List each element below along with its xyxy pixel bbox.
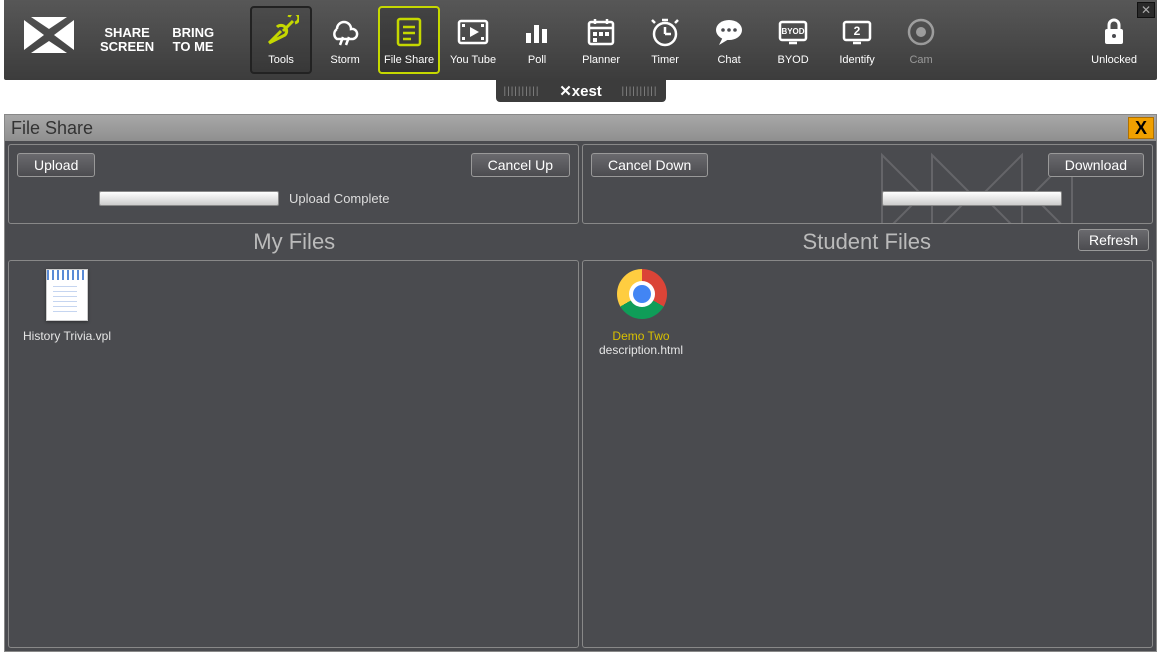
- svg-text:2: 2: [854, 24, 861, 38]
- poll-icon: [518, 14, 556, 50]
- my-files-panel: History Trivia.vpl: [8, 260, 579, 648]
- bring-to-me-button[interactable]: BRING TO ME: [166, 26, 220, 55]
- toolbar-item-label: Poll: [528, 54, 546, 66]
- toolbar-item-label: Planner: [582, 54, 620, 66]
- storm-icon: [326, 14, 364, 50]
- toolbar-timer-button[interactable]: Timer: [634, 6, 696, 74]
- file-share-titlebar: File Share X: [5, 115, 1156, 141]
- share-screen-button[interactable]: SHARE SCREEN: [94, 26, 160, 55]
- app-logo: [4, 2, 94, 78]
- upload-panel: Upload Cancel Up Upload Complete: [8, 144, 579, 224]
- cancel-down-button[interactable]: Cancel Down: [591, 153, 708, 177]
- toolbar-item-label: Identify: [839, 54, 874, 66]
- toolbar-byod-button[interactable]: BYOD BYOD: [762, 6, 824, 74]
- file-item[interactable]: Demo Two description.html: [591, 269, 691, 357]
- byod-icon: BYOD: [774, 14, 812, 50]
- student-name: Demo Two: [591, 329, 691, 343]
- toolbar-tools-button[interactable]: Tools: [250, 6, 312, 74]
- toolbar-item-label: BYOD: [777, 54, 808, 66]
- toolbar-item-label: Tools: [268, 54, 294, 66]
- toolbar-cam-button[interactable]: Cam: [890, 6, 952, 74]
- toolbar-item-label: Chat: [717, 54, 740, 66]
- chat-icon: [710, 14, 748, 50]
- toolbar-file-share-button[interactable]: File Share: [378, 6, 440, 74]
- lock-button[interactable]: Unlocked: [1091, 15, 1137, 66]
- brand-handle[interactable]: ✕xest: [496, 80, 666, 102]
- upload-status-label: Upload Complete: [289, 191, 389, 206]
- file-share-window: File Share X Upload Cancel Up Upload Com…: [4, 114, 1157, 652]
- toolbar-planner-button[interactable]: Planner: [570, 6, 632, 74]
- my-files-header: My Files: [8, 229, 581, 255]
- student-files-header: Student Files: [581, 229, 1154, 255]
- upload-progress: [99, 191, 279, 206]
- youtube-icon: [454, 14, 492, 50]
- file-share-close-button[interactable]: X: [1128, 117, 1154, 139]
- upload-button[interactable]: Upload: [17, 153, 95, 177]
- document-icon: [43, 269, 91, 325]
- toolbar-close-button[interactable]: ✕: [1137, 2, 1155, 18]
- file-name: description.html: [591, 343, 691, 357]
- planner-icon: [582, 14, 620, 50]
- file-share-title: File Share: [11, 118, 93, 139]
- file-name: History Trivia.vpl: [17, 329, 117, 343]
- toolbar-storm-button[interactable]: Storm: [314, 6, 376, 74]
- refresh-button[interactable]: Refresh: [1078, 229, 1149, 251]
- download-progress: [882, 191, 1062, 206]
- toolbar-item-label: File Share: [384, 54, 434, 66]
- toolbar-item-label: You Tube: [450, 54, 496, 66]
- student-files-panel: Demo Two description.html: [582, 260, 1153, 648]
- toolbar-item-label: Storm: [330, 54, 359, 66]
- timer-icon: [646, 14, 684, 50]
- tools-icon: [262, 14, 300, 50]
- toolbar-youtube-button[interactable]: You Tube: [442, 6, 504, 74]
- toolbar-item-label: Cam: [909, 54, 932, 66]
- chrome-icon: [617, 269, 665, 325]
- lock-label: Unlocked: [1091, 54, 1137, 66]
- identify-icon: 2: [838, 14, 876, 50]
- file-item[interactable]: History Trivia.vpl: [17, 269, 117, 343]
- top-toolbar: ✕ SHARE SCREEN BRING TO ME Tools Storm: [4, 0, 1157, 80]
- download-button[interactable]: Download: [1048, 153, 1144, 177]
- brand-text: ✕xest: [559, 82, 602, 100]
- toolbar-item-label: Timer: [651, 54, 679, 66]
- toolbar-poll-button[interactable]: Poll: [506, 6, 568, 74]
- file-share-icon: [390, 14, 428, 50]
- cam-icon: [902, 14, 940, 50]
- lock-icon: [1099, 15, 1129, 50]
- cancel-up-button[interactable]: Cancel Up: [471, 153, 570, 177]
- toolbar-identify-button[interactable]: 2 Identify: [826, 6, 888, 74]
- download-panel: Cancel Down Download: [582, 144, 1153, 224]
- svg-text:BYOD: BYOD: [782, 27, 805, 36]
- toolbar-chat-button[interactable]: Chat: [698, 6, 760, 74]
